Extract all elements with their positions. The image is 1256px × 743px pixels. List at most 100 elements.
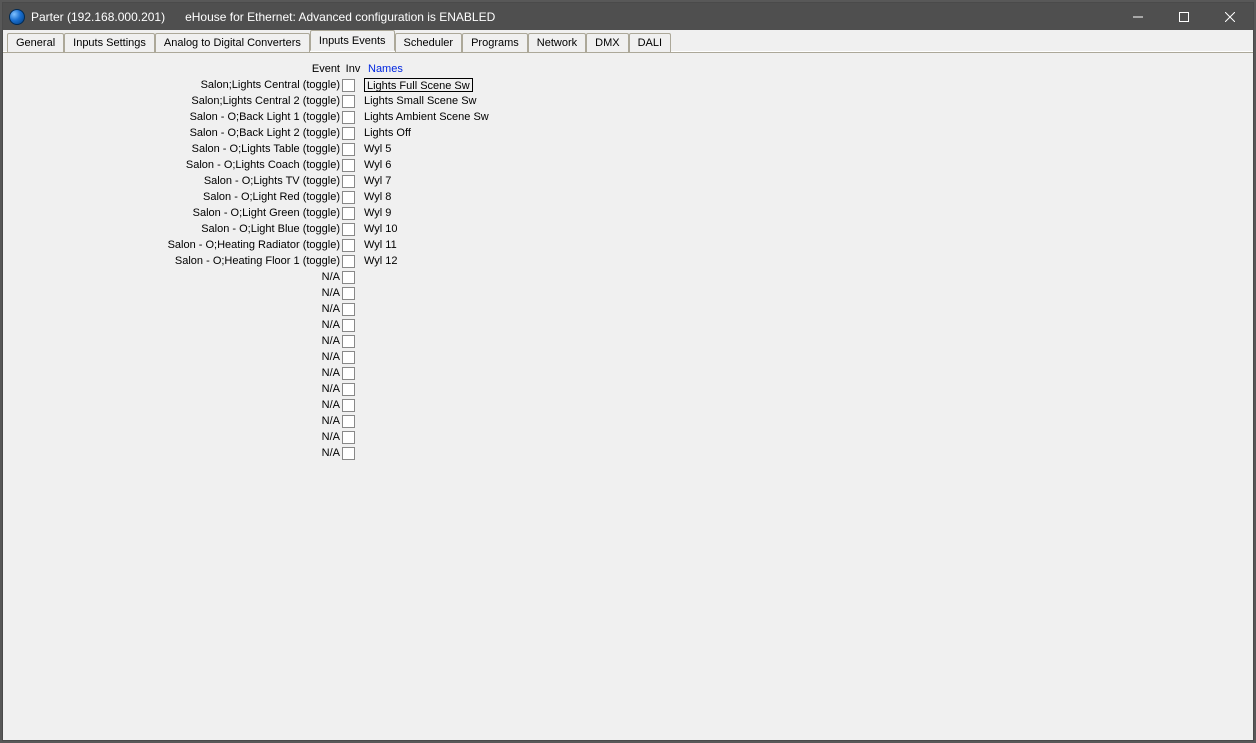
inv-cell	[342, 415, 360, 428]
name-label[interactable]: Wyl 10	[364, 223, 398, 235]
event-label[interactable]: Salon - O;Lights Coach (toggle)	[3, 159, 342, 171]
event-label[interactable]: N/A	[3, 415, 342, 427]
inv-checkbox[interactable]	[342, 191, 355, 204]
name-label[interactable]: Lights Ambient Scene Sw	[364, 111, 489, 123]
inv-checkbox[interactable]	[342, 367, 355, 380]
inv-checkbox[interactable]	[342, 159, 355, 172]
event-label[interactable]: Salon - O;Light Green (toggle)	[3, 207, 342, 219]
header-event: Event	[3, 63, 342, 75]
header-names-link[interactable]: Names	[364, 63, 403, 75]
event-label[interactable]: N/A	[3, 367, 342, 379]
name-cell: Wyl 10	[360, 223, 398, 235]
name-cell: Wyl 8	[360, 191, 391, 203]
inv-checkbox[interactable]	[342, 223, 355, 236]
inv-checkbox[interactable]	[342, 415, 355, 428]
tab-inputs-events[interactable]: Inputs Events	[310, 30, 395, 51]
name-input[interactable]: Lights Full Scene Sw	[364, 78, 473, 92]
input-event-row: Salon - O;Lights Table (toggle) Wyl 5	[3, 141, 489, 157]
name-label[interactable]: Wyl 11	[364, 239, 397, 251]
close-button[interactable]	[1207, 3, 1253, 30]
inv-cell	[342, 431, 360, 444]
event-label[interactable]: Salon - O;Lights TV (toggle)	[3, 175, 342, 187]
event-label[interactable]: N/A	[3, 319, 342, 331]
tab-inputs-settings[interactable]: Inputs Settings	[64, 33, 155, 52]
event-label[interactable]: Salon - O;Lights Table (toggle)	[3, 143, 342, 155]
input-event-row: Salon - O;Light Green (toggle) Wyl 9	[3, 205, 489, 221]
event-label[interactable]: Salon - O;Back Light 2 (toggle)	[3, 127, 342, 139]
inv-checkbox[interactable]	[342, 447, 355, 460]
inv-checkbox[interactable]	[342, 79, 355, 92]
input-event-row: N/A	[3, 365, 489, 381]
event-label[interactable]: Salon - O;Back Light 1 (toggle)	[3, 111, 342, 123]
inv-checkbox[interactable]	[342, 335, 355, 348]
inv-checkbox[interactable]	[342, 239, 355, 252]
name-cell: Wyl 5	[360, 143, 391, 155]
inv-checkbox[interactable]	[342, 271, 355, 284]
name-cell: Lights Off	[360, 127, 411, 139]
inv-cell	[342, 191, 360, 204]
event-label[interactable]: N/A	[3, 303, 342, 315]
titlebar[interactable]: Parter (192.168.000.201) eHouse for Ethe…	[3, 3, 1253, 30]
event-label[interactable]: Salon - O;Heating Radiator (toggle)	[3, 239, 342, 251]
input-event-row: N/A	[3, 429, 489, 445]
maximize-button[interactable]	[1161, 3, 1207, 30]
event-label[interactable]: N/A	[3, 287, 342, 299]
event-label[interactable]: Salon - O;Light Red (toggle)	[3, 191, 342, 203]
inv-checkbox[interactable]	[342, 287, 355, 300]
inv-checkbox[interactable]	[342, 319, 355, 332]
inv-cell	[342, 271, 360, 284]
inv-cell	[342, 79, 360, 92]
inv-cell	[342, 303, 360, 316]
name-label[interactable]: Wyl 6	[364, 159, 391, 171]
inv-checkbox[interactable]	[342, 383, 355, 396]
event-label[interactable]: N/A	[3, 271, 342, 283]
event-label[interactable]: Salon - O;Light Blue (toggle)	[3, 223, 342, 235]
tab-network[interactable]: Network	[528, 33, 586, 52]
name-label[interactable]: Lights Off	[364, 127, 411, 139]
name-label[interactable]: Wyl 8	[364, 191, 391, 203]
inv-checkbox[interactable]	[342, 95, 355, 108]
inv-checkbox[interactable]	[342, 111, 355, 124]
event-label[interactable]: N/A	[3, 399, 342, 411]
event-label[interactable]: N/A	[3, 351, 342, 363]
inv-checkbox[interactable]	[342, 207, 355, 220]
event-label[interactable]: Salon - O;Heating Floor 1 (toggle)	[3, 255, 342, 267]
name-label[interactable]: Wyl 7	[364, 175, 391, 187]
tab-analog-to-digital-converters[interactable]: Analog to Digital Converters	[155, 33, 310, 52]
name-label[interactable]: Wyl 5	[364, 143, 391, 155]
input-event-row: N/A	[3, 397, 489, 413]
inv-checkbox[interactable]	[342, 143, 355, 156]
minimize-icon	[1133, 12, 1143, 22]
tab-dali[interactable]: DALI	[629, 33, 671, 52]
tab-scheduler[interactable]: Scheduler	[395, 33, 463, 52]
inv-checkbox[interactable]	[342, 399, 355, 412]
event-label[interactable]: Salon;Lights Central (toggle)	[3, 79, 342, 91]
inv-cell	[342, 207, 360, 220]
inv-checkbox[interactable]	[342, 127, 355, 140]
grid-header-row: Event Inv Names	[3, 61, 489, 77]
input-event-row: Salon - O;Back Light 1 (toggle) Lights Am…	[3, 109, 489, 125]
minimize-button[interactable]	[1115, 3, 1161, 30]
event-label[interactable]: N/A	[3, 447, 342, 459]
inv-checkbox[interactable]	[342, 255, 355, 268]
input-event-row: Salon - O;Back Light 2 (toggle) Lights Of…	[3, 125, 489, 141]
event-label[interactable]: Salon;Lights Central 2 (toggle)	[3, 95, 342, 107]
inv-checkbox[interactable]	[342, 175, 355, 188]
name-label[interactable]: Lights Small Scene Sw	[364, 95, 477, 107]
event-label[interactable]: N/A	[3, 335, 342, 347]
tab-dmx[interactable]: DMX	[586, 33, 628, 52]
inv-checkbox[interactable]	[342, 303, 355, 316]
input-event-row: Salon - O;Lights Coach (toggle) Wyl 6	[3, 157, 489, 173]
header-inv: Inv	[342, 63, 364, 75]
event-label[interactable]: N/A	[3, 431, 342, 443]
event-label[interactable]: N/A	[3, 383, 342, 395]
input-event-row: Salon - O;Light Blue (toggle) Wyl 10	[3, 221, 489, 237]
inv-checkbox[interactable]	[342, 431, 355, 444]
inv-checkbox[interactable]	[342, 351, 355, 364]
name-label[interactable]: Wyl 9	[364, 207, 391, 219]
tab-general[interactable]: General	[7, 33, 64, 52]
name-label[interactable]: Wyl 12	[364, 255, 398, 267]
name-cell: Lights Small Scene Sw	[360, 95, 477, 107]
name-cell: Wyl 6	[360, 159, 391, 171]
tab-programs[interactable]: Programs	[462, 33, 528, 52]
